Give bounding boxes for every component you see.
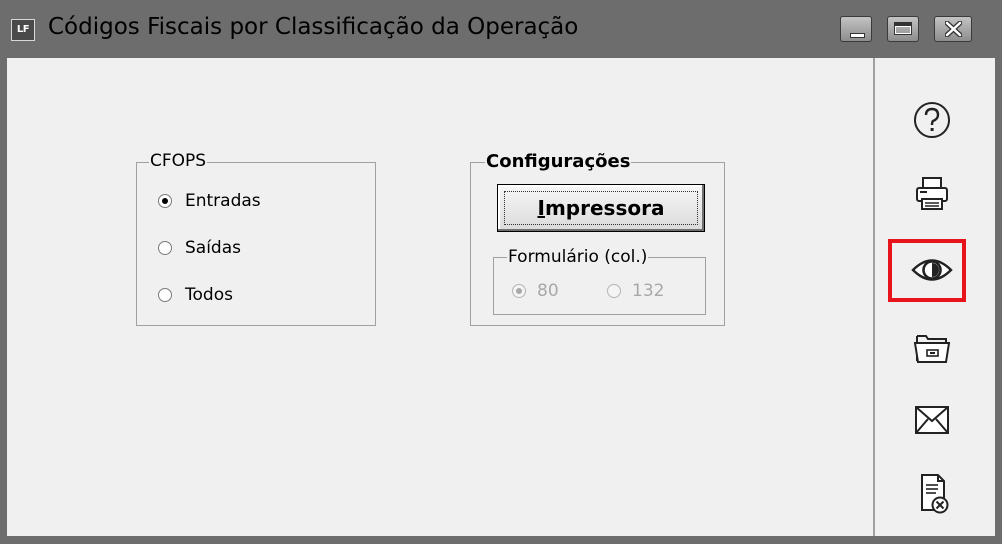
radio-button[interactable] (512, 284, 526, 298)
radio-label: Entradas (185, 191, 261, 211)
app-icon[interactable]: LF (11, 19, 35, 41)
title-bar[interactable]: LF Códigos Fiscais por Classificação da … (0, 0, 1002, 58)
application-window: LF Códigos Fiscais por Classificação da … (0, 0, 1002, 544)
radio-132[interactable]: 132 (607, 281, 664, 301)
highlight-box (888, 239, 966, 302)
cfops-legend: CFOPS (149, 151, 208, 171)
radio-button[interactable] (607, 284, 621, 298)
radio-entradas[interactable]: Entradas (158, 191, 261, 211)
radio-80[interactable]: 80 (512, 281, 559, 301)
radio-label: Saídas (185, 238, 241, 258)
radio-button[interactable] (158, 194, 172, 208)
maximize-button[interactable] (887, 16, 919, 42)
radio-button[interactable] (158, 288, 172, 302)
radio-label: 132 (632, 281, 665, 301)
open-folder-icon (913, 335, 951, 363)
maximize-icon (894, 22, 912, 35)
form-legend: Formulário (col.) (507, 247, 649, 267)
close-button[interactable] (934, 16, 972, 42)
radio-saidas[interactable]: Saídas (158, 238, 241, 258)
radio-label: Todos (185, 285, 233, 305)
minimize-button[interactable] (840, 16, 872, 42)
help-button[interactable] (900, 96, 964, 144)
close-document-icon (921, 474, 949, 514)
print-icon (916, 177, 948, 210)
email-icon (915, 406, 949, 434)
help-icon (914, 102, 950, 138)
radio-button[interactable] (158, 241, 172, 255)
radio-label: 80 (537, 281, 559, 301)
focus-rectangle (504, 191, 698, 225)
radio-todos[interactable]: Todos (158, 285, 233, 305)
config-legend: Configurações (485, 151, 632, 172)
window-title: Códigos Fiscais por Classificação da Ope… (48, 14, 579, 40)
printer-button[interactable]: Impressora (497, 184, 705, 232)
email-button[interactable] (900, 396, 964, 444)
close-icon (945, 21, 962, 37)
open-folder-button[interactable] (900, 323, 964, 371)
minimize-icon (850, 33, 865, 38)
close-document-button[interactable] (900, 470, 964, 518)
print-button[interactable] (900, 169, 964, 217)
